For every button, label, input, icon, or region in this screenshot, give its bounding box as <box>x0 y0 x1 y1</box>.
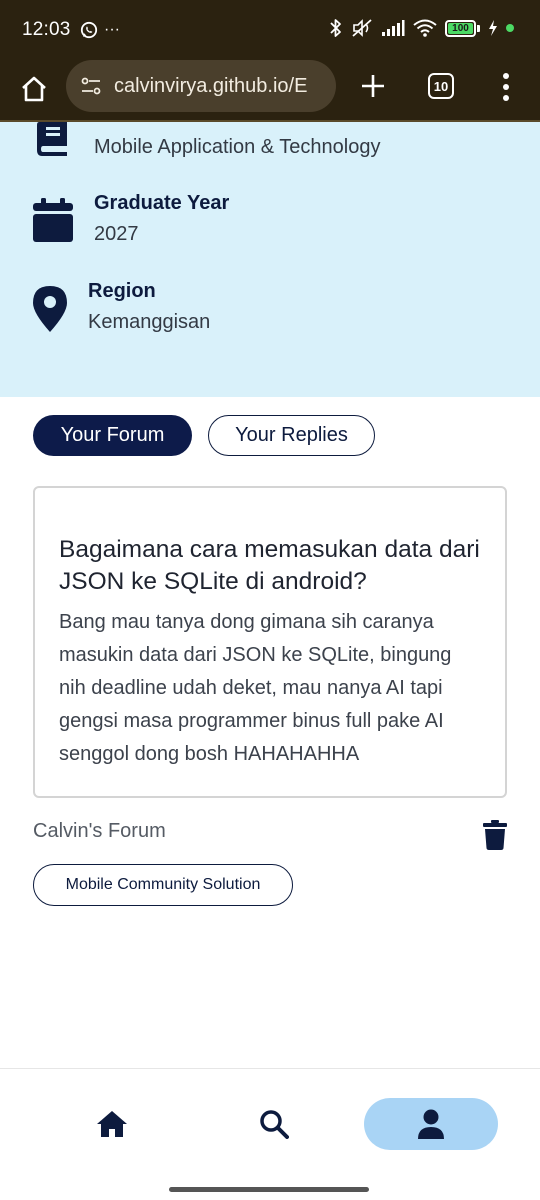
browser-home-button[interactable] <box>16 71 52 107</box>
tab-your-forum[interactable]: Your Forum <box>33 415 192 456</box>
category-chip[interactable]: Mobile Community Solution <box>33 864 293 906</box>
profile-info-section: Mobile Application & Technology Graduate… <box>0 122 540 397</box>
battery-level: 100 <box>448 22 473 34</box>
address-bar[interactable]: calvinvirya.github.io/E <box>66 60 336 112</box>
status-bar: 12:03 ··· 100 <box>0 0 540 60</box>
new-tab-button[interactable] <box>356 69 390 103</box>
battery-icon: 100 <box>445 19 480 37</box>
forum-post-card[interactable]: Bagaimana cara memasukan data dari JSON … <box>33 486 507 798</box>
whatsapp-icon <box>80 21 98 39</box>
forum-body: Bang mau tanya dong gimana sih caranya m… <box>59 611 452 765</box>
url-text: calvinvirya.github.io/E <box>114 74 308 97</box>
graduate-year-value: 2027 <box>94 223 139 245</box>
major-row: Mobile Application & Technology <box>32 122 380 159</box>
status-time: 12:03 <box>22 19 71 40</box>
charging-icon <box>489 20 497 36</box>
status-left-icons: ··· <box>80 21 120 39</box>
book-icon <box>37 122 67 156</box>
graduate-year-label: Graduate Year <box>94 192 230 214</box>
home-icon <box>97 1111 127 1137</box>
gesture-bar[interactable] <box>169 1187 369 1192</box>
status-more: ··· <box>104 21 120 38</box>
region-row: Region Kemanggisan <box>32 280 210 334</box>
status-right-icons: 100 <box>329 18 514 38</box>
tab-switcher-button[interactable]: 10 <box>428 73 454 99</box>
bluetooth-icon <box>330 19 341 37</box>
user-icon <box>418 1109 444 1139</box>
graduate-year-row: Graduate Year 2027 <box>32 192 229 246</box>
wifi-icon <box>413 19 437 37</box>
forum-title: Bagaimana cara memasukan data dari JSON … <box>59 536 480 595</box>
nav-search-button[interactable] <box>244 1098 304 1150</box>
bottom-navigation <box>0 1068 540 1200</box>
app-screen: 12:03 ··· 100 calvinvirya.github.io/E 10… <box>0 0 540 1200</box>
site-settings-icon <box>81 77 101 95</box>
nav-home-button[interactable] <box>82 1098 142 1150</box>
browser-toolbar: calvinvirya.github.io/E 10 <box>0 60 540 122</box>
delete-forum-button[interactable] <box>481 818 509 852</box>
calendar-icon <box>33 198 73 242</box>
plus-icon <box>362 75 384 97</box>
major-value: Mobile Application & Technology <box>94 136 381 158</box>
nav-profile-button[interactable] <box>364 1098 498 1150</box>
more-vert-icon <box>503 73 509 79</box>
signal-icon <box>382 20 405 36</box>
region-label: Region <box>88 280 156 302</box>
search-icon <box>260 1110 289 1139</box>
trash-icon <box>483 820 507 850</box>
region-value: Kemanggisan <box>88 311 211 333</box>
forum-author: Calvin's Forum <box>33 820 166 842</box>
location-pin-icon <box>33 286 67 332</box>
browser-menu-button[interactable] <box>494 71 518 103</box>
privacy-indicator-dot <box>506 24 514 32</box>
tab-your-replies[interactable]: Your Replies <box>208 415 375 456</box>
tab-count: 10 <box>433 78 449 94</box>
home-icon <box>22 76 46 102</box>
mute-icon <box>352 19 372 37</box>
